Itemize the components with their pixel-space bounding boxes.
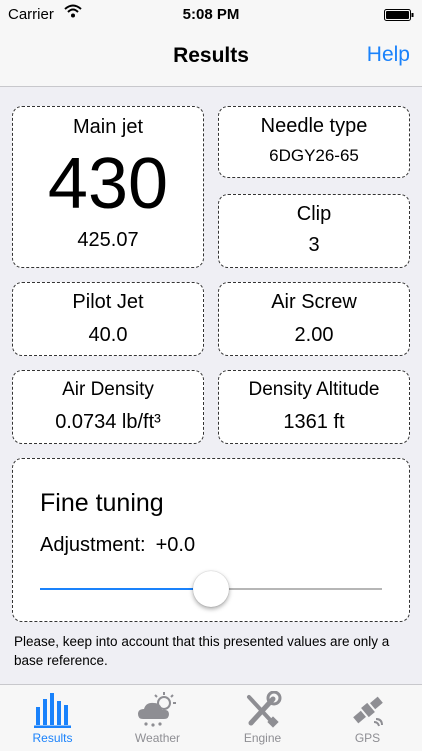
adjustment-label: Adjustment: — [40, 534, 146, 556]
air-density-value: 0.0734 lb/ft³ — [55, 411, 161, 433]
clip-value: 3 — [308, 234, 320, 256]
air-density-card: Air Density 0.0734 lb/ft³ — [12, 370, 204, 444]
main-jet-label: Main jet — [72, 116, 144, 138]
satellite-icon — [352, 696, 383, 727]
pilot-jet-label: Pilot Jet — [72, 291, 144, 313]
tab-gps-label: GPS — [354, 731, 381, 745]
wrench-screwdriver-icon — [246, 691, 281, 728]
battery-icon — [384, 8, 414, 21]
disclaimer-note: Please, keep into account that this pres… — [14, 634, 390, 668]
fine-tuning-title: Fine tuning — [40, 489, 164, 517]
slider-thumb[interactable] — [193, 571, 229, 607]
tab-weather[interactable]: Weather — [105, 685, 210, 751]
pilot-jet-card: Pilot Jet 40.0 — [12, 282, 204, 356]
help-button[interactable]: Help — [367, 43, 410, 67]
pilot-jet-value: 40.0 — [88, 324, 128, 346]
status-bar: Carrier 5:08 PM — [0, 0, 422, 28]
tab-results-label: Results — [32, 731, 73, 745]
bar-chart-icon — [33, 693, 71, 728]
tab-results[interactable]: Results — [0, 685, 105, 751]
tab-engine-label: Engine — [243, 731, 282, 745]
tab-bar: Results Weather Engine GPS — [0, 684, 422, 751]
needle-type-value: 6DGY26-65 — [269, 146, 359, 165]
main-jet-card: Main jet 430 425.07 — [12, 106, 204, 268]
needle-type-card: Needle type 6DGY26-65 — [218, 106, 410, 178]
density-altitude-value: 1361 ft — [283, 411, 345, 433]
density-altitude-label: Density Altitude — [248, 379, 380, 400]
clock: 5:08 PM — [182, 6, 240, 23]
tab-engine[interactable]: Engine — [210, 685, 315, 751]
density-altitude-card: Density Altitude 1361 ft — [218, 370, 410, 444]
fine-tuning-card: Fine tuning Adjustment: +0.0 — [12, 458, 410, 622]
slider-fill — [40, 588, 211, 590]
adjustment-slider[interactable] — [40, 569, 382, 609]
air-density-label: Air Density — [62, 379, 154, 400]
tab-gps[interactable]: GPS — [315, 685, 420, 751]
clip-label: Clip — [296, 203, 332, 225]
weather-cloud-icon — [137, 692, 176, 727]
main-jet-value: 430 — [47, 144, 169, 224]
air-screw-label: Air Screw — [271, 291, 357, 313]
page-title: Results — [173, 44, 249, 67]
needle-type-label: Needle type — [260, 115, 368, 137]
tab-weather-label: Weather — [134, 731, 181, 745]
main-jet-exact-value: 425.07 — [77, 229, 139, 251]
navigation-bar: Results Help — [0, 28, 422, 87]
adjustment-row: Adjustment: +0.0 — [40, 534, 195, 557]
air-screw-card: Air Screw 2.00 — [218, 282, 410, 356]
air-screw-value: 2.00 — [294, 324, 334, 346]
adjustment-value: +0.0 — [155, 534, 196, 556]
clip-card: Clip 3 — [218, 194, 410, 268]
